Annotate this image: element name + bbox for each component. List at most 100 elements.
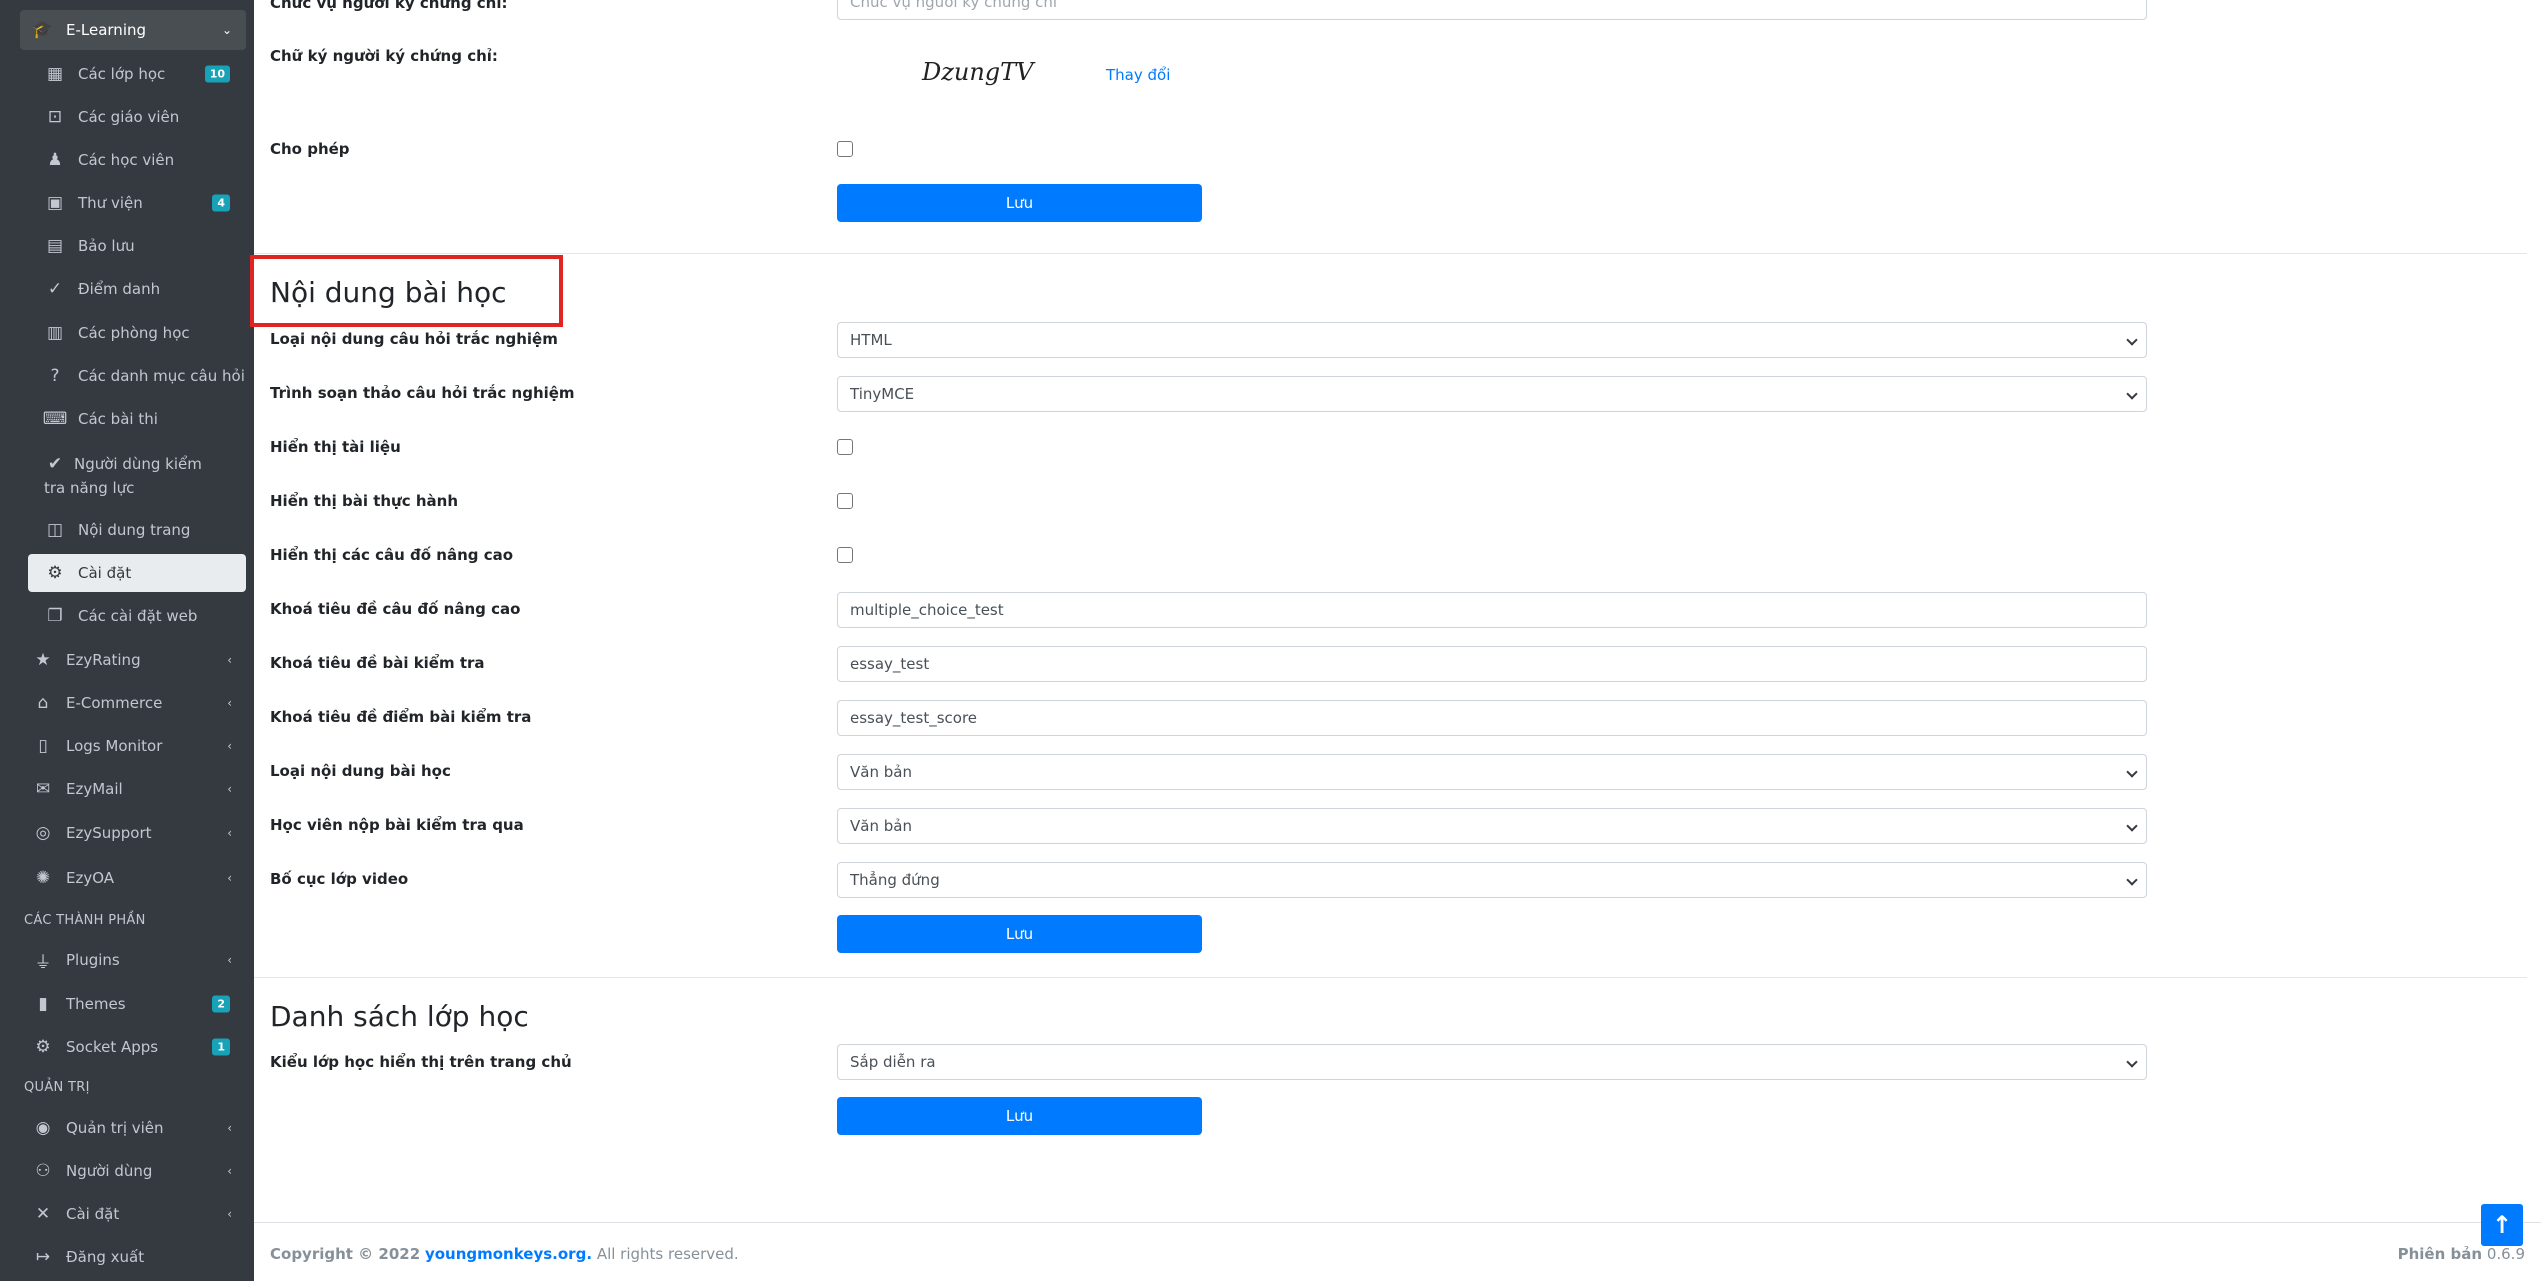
sidebar-item-classes[interactable]: ▦ Các lớp học 10 [28, 55, 246, 93]
cog-icon: ✺ [35, 868, 51, 888]
plug-icon: ⏚ [34, 952, 52, 973]
sidebar-item-label: EzyMail [66, 780, 123, 798]
version-label: Phiên bản [2397, 1245, 2483, 1263]
sidebar-item-label: Thư viện [78, 194, 143, 212]
sidebar-item-ezyrating[interactable]: ★ EzyRating ‹ [20, 640, 246, 680]
sidebar-item-socket-apps[interactable]: ⚙ Socket Apps 1 [20, 1027, 246, 1067]
sidebar-item-web-settings[interactable]: ❐ Các cài đặt web [28, 597, 246, 635]
sidebar-item-label: Bảo lưu [78, 237, 135, 255]
sidebar-item-label: Các lớp học [78, 65, 166, 83]
sidebar: 🎓 E-Learning ⌄ ▦ Các lớp học 10 ⊡ Các gi… [0, 0, 254, 1281]
sidebar-item-users[interactable]: ⚇ Người dùng ‹ [20, 1151, 246, 1191]
window-restore-icon: ❐ [47, 606, 63, 626]
lesson-type-select[interactable]: Văn bản [837, 754, 2147, 790]
show-advanced-checkbox[interactable] [837, 547, 853, 563]
sidebar-item-library[interactable]: ▣ Thư viện 4 [28, 184, 246, 222]
chevron-down-icon: ⌄ [221, 23, 232, 37]
graduation-cap-icon: 🎓 [32, 20, 54, 40]
sidebar-item-plugins[interactable]: ⏚ Plugins ‹ [20, 940, 246, 980]
quiz-editor-select[interactable]: TinyMCE [837, 376, 2147, 412]
sidebar-header-admin: QUẢN TRỊ [24, 1080, 90, 1095]
signature-label: Chữ ký người ký chứng chỉ: [270, 47, 498, 65]
sidebar-item-exams[interactable]: ⌨ Các bài thi [28, 400, 246, 438]
scroll-to-top-button[interactable]: ↑ [2481, 1204, 2523, 1246]
sidebar-item-label: Người dùng [66, 1162, 153, 1180]
homepage-class-type-label: Kiểu lớp học hiển thị trên trang chủ [270, 1053, 572, 1071]
sidebar-item-page-content[interactable]: ◫ Nội dung trang [28, 511, 246, 549]
sidebar-item-ezysupport[interactable]: ◎ EzySupport ‹ [20, 813, 246, 853]
show-documents-checkbox[interactable] [837, 439, 853, 455]
users-icon: ⚇ [35, 1161, 51, 1181]
count-badge: 1 [212, 1038, 230, 1056]
sidebar-item-ability-test-users[interactable]: ✔ Người dùng kiểm tra năng lực [28, 446, 246, 506]
show-practice-checkbox[interactable] [837, 493, 853, 509]
count-badge: 2 [212, 995, 230, 1013]
sidebar-item-ezymail[interactable]: ✉ EzyMail ‹ [20, 769, 246, 809]
change-signature-link[interactable]: Thay đổi [1106, 66, 1170, 84]
save-certificate-button[interactable]: Lưu [837, 184, 1202, 222]
chevron-left-icon: ‹ [227, 653, 232, 667]
highlight-annotation [250, 255, 563, 327]
sidebar-item-students[interactable]: ♟ Các học viên [28, 141, 246, 179]
allow-checkbox[interactable] [837, 141, 853, 157]
sidebar-item-rooms[interactable]: ▥ Các phòng học [28, 314, 246, 352]
footer-copyright: Copyright © 2022 youngmonkeys.org. All r… [270, 1245, 739, 1263]
sidebar-item-question-categories[interactable]: ? Các danh mục câu hỏi [28, 357, 246, 395]
paint-brush-icon: ▮ [38, 994, 48, 1014]
sidebar-item-label: E-Learning [66, 21, 147, 39]
sidebar-item-reserve[interactable]: ▤ Bảo lưu [28, 227, 246, 265]
homepage-class-type-select[interactable]: Sắp diễn ra [837, 1044, 2147, 1080]
sidebar-item-logout[interactable]: ↦ Đăng xuất [20, 1237, 246, 1277]
count-badge: 4 [212, 194, 230, 212]
chevron-left-icon: ‹ [227, 782, 232, 796]
sidebar-item-administrators[interactable]: ◉ Quản trị viên ‹ [20, 1108, 246, 1148]
sidebar-item-elearning[interactable]: 🎓 E-Learning ⌄ [20, 10, 246, 50]
sidebar-item-label: Nội dung trang [78, 521, 191, 539]
site-link[interactable]: youngmonkeys.org. [425, 1245, 592, 1263]
chevron-left-icon: ‹ [227, 1164, 232, 1178]
sidebar-item-label: EzyRating [66, 651, 141, 669]
photo-video-icon: ▣ [46, 193, 64, 213]
version-number: 0.6.9 [2486, 1245, 2525, 1263]
sidebar-item-label: Plugins [66, 951, 120, 969]
sidebar-item-logs-monitor[interactable]: ▯ Logs Monitor ‹ [20, 726, 246, 766]
sidebar-item-ecommerce[interactable]: ⌂ E-Commerce ‹ [20, 683, 246, 723]
sidebar-item-themes[interactable]: ▮ Themes 2 [20, 984, 246, 1024]
file-alt-icon: ▯ [38, 736, 48, 756]
divider [254, 977, 2527, 978]
quiz-content-type-select[interactable]: HTML [837, 322, 2147, 358]
footer-version: Phiên bản 0.6.9 [2398, 1245, 2525, 1263]
sidebar-item-label: Điểm danh [78, 280, 161, 298]
columns-icon: ◫ [46, 520, 64, 540]
signature-image: DzungTV [922, 58, 1034, 86]
test-title-key-input[interactable]: essay_test [837, 646, 2147, 682]
sidebar-item-label: Các học viên [78, 151, 175, 169]
chevron-left-icon: ‹ [227, 739, 232, 753]
allow-label: Cho phép [270, 140, 350, 158]
sidebar-item-attendance[interactable]: ✓ Điểm danh [28, 270, 246, 308]
quiz-content-type-label: Loại nội dung câu hỏi trắc nghiệm [270, 330, 558, 348]
save-class-list-button[interactable]: Lưu [837, 1097, 1202, 1135]
main-content: Chức vụ người ký chứng chỉ: Chức vụ ngườ… [254, 0, 2541, 1281]
test-score-key-input[interactable]: essay_test_score [837, 700, 2147, 736]
save-lesson-content-button[interactable]: Lưu [837, 915, 1202, 953]
signer-title-input[interactable]: Chức vụ người ký chứng chỉ [837, 0, 2147, 20]
advanced-title-key-input[interactable]: multiple_choice_test [837, 592, 2147, 628]
sidebar-item-label: Các bài thi [78, 410, 158, 428]
rights-text: All rights reserved. [596, 1245, 739, 1263]
sidebar-item-ezyoa[interactable]: ✺ EzyOA ‹ [20, 858, 246, 898]
sidebar-item-settings-active[interactable]: ⚙ Cài đặt [28, 554, 246, 592]
video-layout-select[interactable]: Thẳng đứng [837, 862, 2147, 898]
sidebar-item-label: Các giáo viên [78, 108, 180, 126]
sidebar-item-teachers[interactable]: ⊡ Các giáo viên [28, 98, 246, 136]
archive-icon: ▤ [46, 236, 64, 256]
submit-via-select[interactable]: Văn bản [837, 808, 2147, 844]
sidebar-item-admin-settings[interactable]: ✕ Cài đặt ‹ [20, 1194, 246, 1234]
sidebar-item-label: Các phòng học [78, 324, 190, 342]
sidebar-item-label: Quản trị viên [66, 1119, 164, 1137]
tools-icon: ✕ [35, 1204, 51, 1224]
submit-via-label: Học viên nộp bài kiểm tra qua [270, 816, 524, 834]
keyboard-icon: ⌨ [42, 409, 68, 429]
chevron-left-icon: ‹ [227, 826, 232, 840]
question-icon: ? [50, 366, 60, 386]
